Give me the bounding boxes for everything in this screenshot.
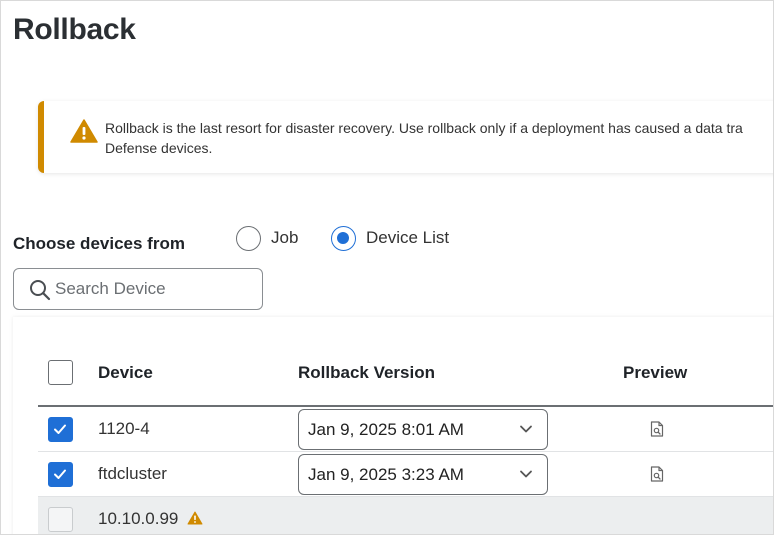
check-icon xyxy=(54,469,66,479)
header-divider xyxy=(38,405,773,407)
radio-job-label: Job xyxy=(271,228,299,247)
warning-icon xyxy=(70,119,98,143)
rollback-version-select[interactable]: Jan 9, 2025 3:23 AM xyxy=(298,454,548,495)
rollback-panel: Rollback Rollback is the last resort for… xyxy=(0,0,774,535)
select-all-checkbox[interactable] xyxy=(48,360,73,385)
row-checkbox-10-10-0-99 xyxy=(48,507,73,532)
radio-device-list[interactable]: Device List xyxy=(331,225,449,251)
alert-message: Rollback is the last resort for disaster… xyxy=(105,120,743,156)
rollback-version-value: Jan 9, 2025 3:23 AM xyxy=(308,465,464,484)
row-divider xyxy=(38,451,773,452)
row-checkbox-ftdcluster[interactable] xyxy=(48,462,73,487)
page-title: Rollback xyxy=(13,13,136,46)
column-header-preview: Preview xyxy=(623,363,688,382)
device-name: 1120-4 xyxy=(98,419,150,438)
device-name: 10.10.0.99 xyxy=(98,509,179,528)
check-icon xyxy=(54,424,66,434)
choose-devices-label: Choose devices from xyxy=(13,234,185,253)
device-name: ftdcluster xyxy=(98,464,167,483)
radio-device-list-label: Device List xyxy=(366,228,450,247)
warning-icon xyxy=(187,511,203,525)
rollback-version-select[interactable]: Jan 9, 2025 8:01 AM xyxy=(298,409,548,450)
row-checkbox-1120-4[interactable] xyxy=(48,417,73,442)
chevron-down-icon xyxy=(520,425,532,433)
rollback-version-value: Jan 9, 2025 8:01 AM xyxy=(308,420,464,439)
file-search-icon[interactable] xyxy=(650,466,664,482)
file-search-icon[interactable] xyxy=(650,421,664,437)
warning-alert: Rollback is the last resort for disaster… xyxy=(38,101,773,173)
search-box[interactable] xyxy=(13,268,263,310)
column-header-device[interactable]: Device xyxy=(98,363,153,383)
radio-device-list-circle[interactable] xyxy=(331,225,356,251)
radio-job-circle[interactable] xyxy=(236,225,261,251)
radio-job[interactable]: Job xyxy=(236,225,298,251)
search-input[interactable] xyxy=(55,277,255,301)
search-icon xyxy=(30,280,51,301)
column-header-rollback-version[interactable]: Rollback Version xyxy=(298,363,435,383)
chevron-down-icon xyxy=(520,470,532,478)
